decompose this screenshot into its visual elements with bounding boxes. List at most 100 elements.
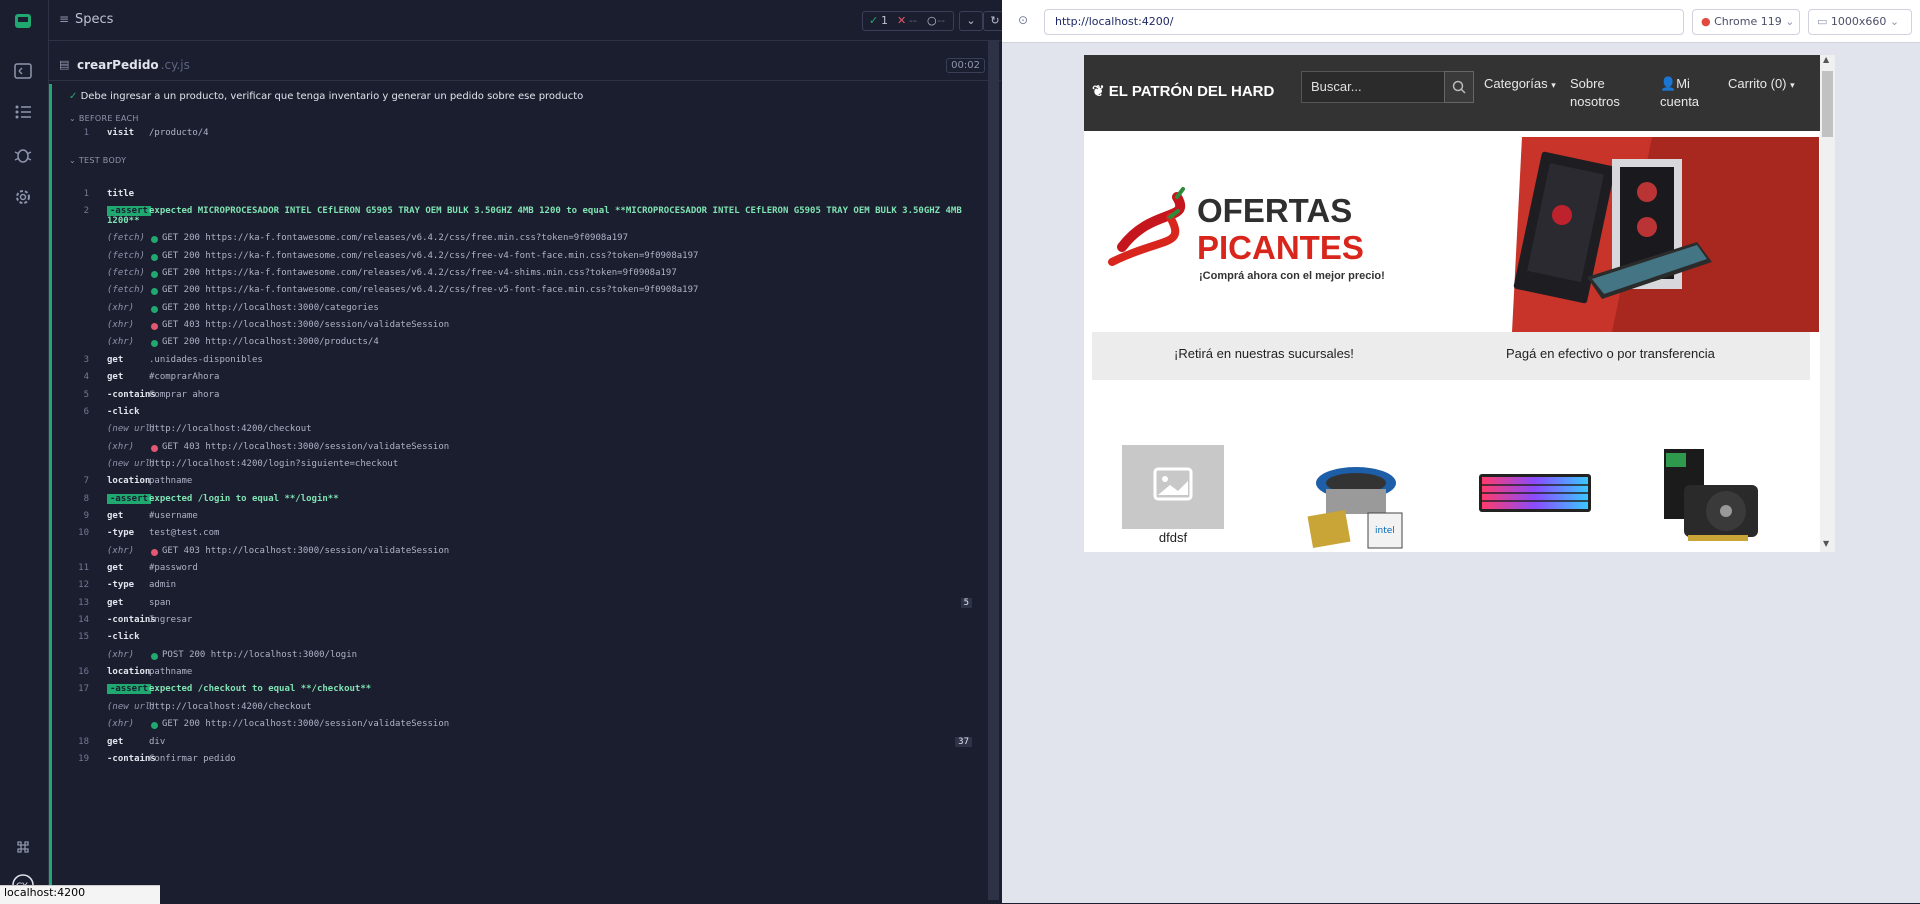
chevron-down-icon[interactable]: ⌄: [959, 11, 983, 31]
command-message: #username: [149, 510, 198, 521]
nav-mi-cuenta[interactable]: 👤Mi cuenta: [1660, 75, 1699, 111]
element-count-badge: 37: [955, 736, 972, 747]
specs-icon[interactable]: [12, 60, 34, 82]
product-card[interactable]: [1654, 445, 1764, 552]
aut-iframe: ❦ EL PATRÓN DEL HARD Buscar... Categoría…: [1084, 55, 1835, 552]
benefit-payment: Pagá en efectivo o por transferencia: [1506, 346, 1715, 361]
command-message: GET 200 https://ka-f.fontawesome.com/rel…: [162, 268, 677, 279]
status-dot-icon: [151, 253, 158, 261]
reporter-scrollbar[interactable]: [988, 40, 999, 900]
search-input[interactable]: Buscar...: [1301, 71, 1446, 103]
image-placeholder-icon: [1122, 445, 1224, 529]
svg-text:intel: intel: [1375, 526, 1395, 536]
status-dot-icon: [151, 340, 158, 348]
status-dot-icon: [151, 305, 158, 313]
command-name: (xhr): [107, 302, 135, 313]
banner-line1: OFERTAS: [1197, 192, 1353, 229]
url-input[interactable]: http://localhost:4200/: [1044, 9, 1684, 35]
command-number: 12: [78, 580, 89, 591]
arrow-up-icon[interactable]: ▲: [1823, 55, 1829, 64]
specs-list-icon[interactable]: ≡: [59, 12, 69, 26]
keyboard-image: [1479, 474, 1591, 512]
command-number: 19: [78, 753, 89, 764]
command-message: pathname: [149, 476, 193, 487]
site-brand[interactable]: ❦ EL PATRÓN DEL HARD: [1092, 82, 1274, 100]
test-body-hook[interactable]: ⌄ TEST BODY: [69, 156, 126, 165]
test-title-text: Debe ingresar a un producto, verificar q…: [80, 91, 584, 102]
before-each-hook[interactable]: ⌄ BEFORE EACH: [69, 114, 139, 123]
element-count-badge: 5: [960, 597, 972, 608]
command-name: get: [107, 563, 124, 573]
viewport-select[interactable]: ▭ 1000x660 ⌄: [1808, 9, 1912, 35]
spec-file-name[interactable]: crearPedido: [77, 58, 159, 72]
command-name: -assert: [107, 684, 151, 695]
promo-banner[interactable]: OFERTAS PICANTES ¡Comprá ahora con el me…: [1092, 137, 1819, 332]
nav-sobre-nosotros[interactable]: Sobre nosotros: [1570, 75, 1620, 111]
debug-icon[interactable]: [12, 144, 34, 166]
cypress-app-icon[interactable]: [12, 10, 34, 32]
command-log-row[interactable]: 1 visit/producto/4: [69, 128, 976, 148]
command-name: -click: [107, 406, 140, 417]
command-message: POST 200 http://localhost:3000/login: [162, 649, 358, 660]
pending-count: --: [937, 14, 945, 27]
side-navigation: CY: [0, 0, 49, 903]
status-bar: localhost:4200: [0, 885, 160, 904]
test-stats: ✓ 1 ✕ -- ○ --: [862, 11, 954, 31]
nav-carrito[interactable]: Carrito (0) ▾: [1728, 75, 1795, 94]
command-name: (xhr): [107, 649, 135, 660]
command-name: get: [107, 510, 124, 521]
command-message: .unidades-disponibles: [149, 354, 263, 365]
command-message: span: [149, 597, 171, 608]
test-title[interactable]: ✓ Debe ingresar a un producto, verificar…: [69, 91, 583, 102]
status-dot-icon: [151, 722, 158, 730]
command-message: #password: [149, 563, 198, 573]
banner-tagline: ¡Comprá ahora con el mejor precio!: [1199, 270, 1385, 282]
keyboard-shortcuts-icon[interactable]: [12, 836, 34, 858]
command-name: location: [107, 476, 151, 487]
command-message: expected /checkout to equal **/checkout*…: [149, 684, 372, 695]
settings-gear-icon[interactable]: [12, 186, 34, 208]
command-log-row[interactable]: 2 -assert expected MICROPROCESADOR INTEL C…: [69, 206, 976, 226]
runs-icon[interactable]: [12, 101, 34, 123]
command-message: http://localhost:4200/checkout: [149, 424, 312, 435]
command-number: 7: [83, 476, 89, 487]
specs-title[interactable]: Specs: [75, 12, 113, 27]
command-name: -assert: [107, 493, 151, 504]
aut-scrollbar[interactable]: ▲ ▼: [1820, 55, 1835, 552]
chrome-icon: ●: [1701, 15, 1711, 28]
command-number: 16: [78, 667, 89, 678]
command-name: (fetch): [107, 233, 145, 244]
command-name: title: [107, 189, 135, 199]
search-icon: [1452, 80, 1466, 94]
command-number: 9: [83, 510, 89, 521]
command-number: 1: [83, 128, 89, 138]
command-number: 18: [78, 736, 89, 747]
command-log-row[interactable]: 19 -contains Confirmar pedido: [69, 754, 976, 774]
command-name: (xhr): [107, 719, 135, 730]
nav-categorias[interactable]: Categorías ▾: [1484, 75, 1556, 94]
command-message: GET 403 http://localhost:3000/session/va…: [162, 320, 450, 331]
scrollbar-thumb[interactable]: [1822, 71, 1833, 137]
passed-count: 1: [881, 14, 888, 27]
command-message: GET 200 https://ka-f.fontawesome.com/rel…: [162, 285, 699, 296]
command-message: expected /login to equal **/login**: [149, 493, 339, 504]
command-name: (xhr): [107, 441, 135, 452]
browser-name: Chrome 119: [1714, 15, 1782, 28]
browser-select[interactable]: ● Chrome 119 ⌄: [1692, 9, 1800, 35]
selector-playground-icon[interactable]: ⊙: [1018, 13, 1028, 27]
product-card[interactable]: [1477, 470, 1593, 518]
banner-line2: PICANTES: [1197, 229, 1364, 266]
arrow-down-icon[interactable]: ▼: [1823, 539, 1829, 548]
app-under-test-panel: ⊙ http://localhost:4200/ ● Chrome 119 ⌄ …: [1002, 0, 1920, 903]
search-button[interactable]: [1444, 71, 1474, 103]
product-card[interactable]: dfdsf: [1122, 445, 1224, 545]
spec-file-header: ▤ crearPedido .cy.js 00:02: [49, 50, 1001, 81]
product-card[interactable]: intel: [1296, 453, 1416, 552]
status-dot-icon: [151, 652, 158, 660]
pepper-icon: ❦: [1092, 83, 1105, 100]
spec-file-ext: .cy.js: [160, 58, 190, 72]
command-message: Confirmar pedido: [149, 753, 236, 764]
site-navbar: ❦ EL PATRÓN DEL HARD Buscar... Categoría…: [1084, 55, 1820, 131]
command-number: 4: [83, 372, 89, 383]
graphics-card-image: [1664, 449, 1758, 541]
